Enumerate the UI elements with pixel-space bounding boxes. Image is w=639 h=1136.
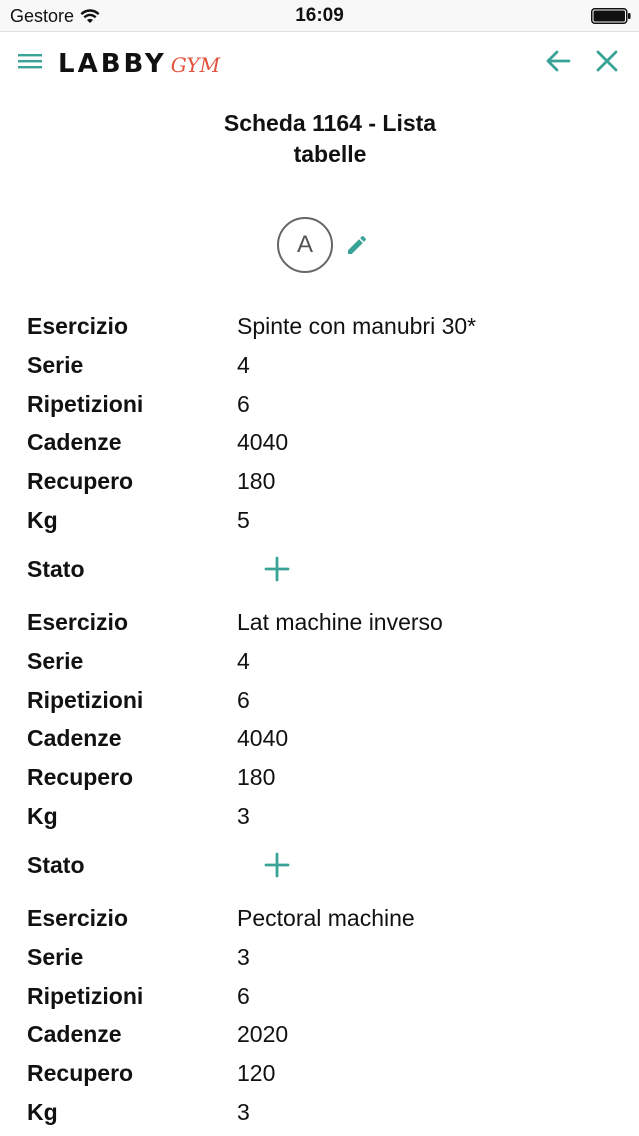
status-bar: Gestore 16:09 <box>0 0 639 32</box>
exercise-2-kg-row: Kg 3 <box>0 801 639 840</box>
field-label: Esercizio <box>27 609 128 635</box>
exercise-1-reps-row: Ripetizioni 6 <box>0 389 639 428</box>
exercise-1-name-row: Esercizio Spinte con manubri 30* <box>0 311 639 350</box>
field-label: Cadenze <box>27 1021 122 1047</box>
plus-icon <box>264 556 290 582</box>
field-label: Cadenze <box>27 429 122 455</box>
field-value: 4 <box>237 648 250 674</box>
exercise-3-cadence-row: Cadenze 2020 <box>0 1019 639 1058</box>
exercise-1-recovery-row: Recupero 180 <box>0 466 639 505</box>
menu-button[interactable] <box>10 42 50 80</box>
close-button[interactable] <box>587 42 627 80</box>
battery-icon <box>591 8 631 24</box>
field-label: Ripetizioni <box>27 391 144 417</box>
field-value: 120 <box>237 1060 276 1086</box>
field-value: 6 <box>237 687 250 713</box>
field-value: 6 <box>237 391 250 417</box>
exercise-1-series-row: Serie 4 <box>0 350 639 389</box>
field-label: Ripetizioni <box>27 983 144 1009</box>
field-value: Spinte con manubri 30* <box>237 313 477 339</box>
exercise-2-status-row: Stato <box>0 850 639 889</box>
hamburger-icon <box>18 54 42 69</box>
arrow-left-icon <box>546 50 571 72</box>
exercise-2-series-row: Serie 4 <box>0 646 639 685</box>
field-value: 3 <box>237 944 250 970</box>
close-icon <box>596 50 618 72</box>
field-value: 4040 <box>237 725 289 751</box>
field-value: 180 <box>237 764 276 790</box>
exercise-2-recovery-row: Recupero 180 <box>0 762 639 801</box>
field-label: Ripetizioni <box>27 687 144 713</box>
field-value: 180 <box>237 468 276 494</box>
exercise-2-cadence-row: Cadenze 4040 <box>0 723 639 762</box>
exercise-3-reps-row: Ripetizioni 6 <box>0 981 639 1020</box>
back-button[interactable] <box>538 42 578 80</box>
exercise-1-kg-row: Kg 5 <box>0 505 639 544</box>
avatar-letter: A <box>296 231 313 258</box>
page-title-line1: Scheda 1164 - Lista <box>223 110 437 136</box>
page-title: Scheda 1164 - Lista tabelle <box>160 108 500 170</box>
exercise-2-reps-row: Ripetizioni 6 <box>0 685 639 724</box>
logo-sub-text: GYM <box>170 53 221 77</box>
field-label: Kg <box>27 1099 58 1125</box>
exercise-3-recovery-row: Recupero 120 <box>0 1058 639 1097</box>
app-logo: LABBY GYM <box>58 46 220 78</box>
pencil-icon <box>348 235 367 254</box>
edit-button[interactable] <box>342 230 372 260</box>
exercise-2-name-row: Esercizio Lat machine inverso <box>0 607 639 646</box>
field-label: Serie <box>27 944 84 970</box>
exercise-3-series-row: Serie 3 <box>0 942 639 981</box>
exercise-1-status-row: Stato <box>0 554 639 593</box>
exercise-3-name-row: Esercizio Pectoral machine <box>0 903 639 942</box>
add-status-button[interactable] <box>262 850 292 880</box>
field-value: 4040 <box>237 429 289 455</box>
field-value: 3 <box>237 803 250 829</box>
field-label: Esercizio <box>27 905 128 931</box>
plus-icon <box>264 852 290 878</box>
field-value: 4 <box>237 352 250 378</box>
exercise-1-cadence-row: Cadenze 4040 <box>0 427 639 466</box>
field-value: 3 <box>237 1099 250 1125</box>
clock: 16:09 <box>295 5 344 26</box>
field-label: Cadenze <box>27 725 122 751</box>
page-title-line2: tabelle <box>293 141 367 167</box>
field-value: Pectoral machine <box>237 905 415 931</box>
field-label: Esercizio <box>27 313 128 339</box>
field-value: 2020 <box>237 1021 289 1047</box>
avatar: A <box>277 217 333 273</box>
status-label: Stato <box>27 852 85 878</box>
field-value: 5 <box>237 507 250 533</box>
field-label: Kg <box>27 507 58 533</box>
nav-bar: LABBY GYM <box>0 32 639 90</box>
field-label: Serie <box>27 648 84 674</box>
field-label: Recupero <box>27 764 134 790</box>
field-label: Kg <box>27 803 58 829</box>
field-value: Lat machine inverso <box>237 609 443 635</box>
exercise-3-kg-row: Kg 3 <box>0 1097 639 1136</box>
field-label: Serie <box>27 352 84 378</box>
add-status-button[interactable] <box>262 554 292 584</box>
field-label: Recupero <box>27 468 134 494</box>
field-label: Recupero <box>27 1060 134 1086</box>
field-value: 6 <box>237 983 250 1009</box>
logo-main-text: LABBY <box>58 49 167 79</box>
status-label: Stato <box>27 556 85 582</box>
